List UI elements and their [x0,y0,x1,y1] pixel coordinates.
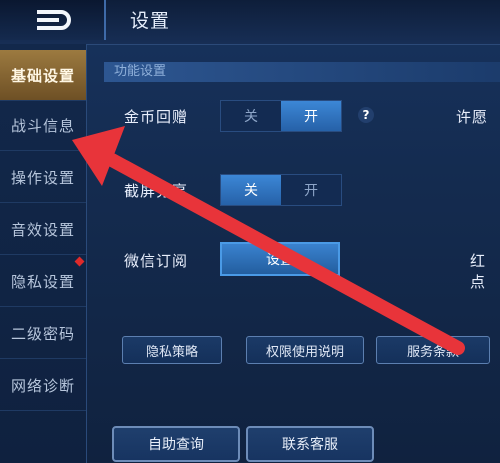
sidebar-item-basic[interactable]: 基础设置 [0,50,86,101]
sidebar-item-sound[interactable]: 音效设置 [0,204,86,255]
sidebar-item-controls[interactable]: 操作设置 [0,152,86,203]
screenshot-share-on[interactable]: 开 [281,175,341,205]
screenshot-share-toggle[interactable]: 关 开 [220,174,342,206]
self-service-button[interactable]: 自助查询 [112,426,240,462]
coin-gift-label: 金币回赠 [124,108,189,126]
settings-content: 功能设置 金币回赠 关 开 ? 许愿 截屏分享 关 开 微信订阅 设置 红点 隐… [88,44,500,463]
privacy-policy-button[interactable]: 隐私策略 [122,336,222,364]
top-header: 设置 [0,0,500,45]
permission-info-button[interactable]: 权限使用说明 [246,336,364,364]
page-title: 设置 [130,10,171,32]
sidebar-item-password[interactable]: 二级密码 [0,308,86,359]
screenshot-share-off[interactable]: 关 [221,175,281,205]
back-button[interactable] [0,0,106,40]
wechat-sub-label: 微信订阅 [124,252,189,270]
coin-gift-toggle[interactable]: 关 开 [220,100,342,132]
settings-sidebar: 基础设置 战斗信息 操作设置 音效设置 隐私设置 二级密码 网络诊断 [0,44,87,463]
coin-gift-off[interactable]: 关 [221,101,281,131]
contact-support-button[interactable]: 联系客服 [246,426,374,462]
sidebar-item-privacy[interactable]: 隐私设置 [0,256,86,307]
coin-gift-on[interactable]: 开 [281,101,341,131]
help-icon[interactable]: ? [358,107,374,123]
sidebar-item-network[interactable]: 网络诊断 [0,360,86,411]
screenshot-share-label: 截屏分享 [124,182,189,200]
section-title: 功能设置 [104,62,500,82]
red-dot-label: 红点 [470,252,487,291]
terms-of-service-button[interactable]: 服务条款 [376,336,490,364]
wish-label: 许愿 [456,108,489,126]
back-arrow-icon [37,10,71,30]
sidebar-item-battle[interactable]: 战斗信息 [0,100,86,151]
wechat-settings-button[interactable]: 设置 [220,242,340,276]
